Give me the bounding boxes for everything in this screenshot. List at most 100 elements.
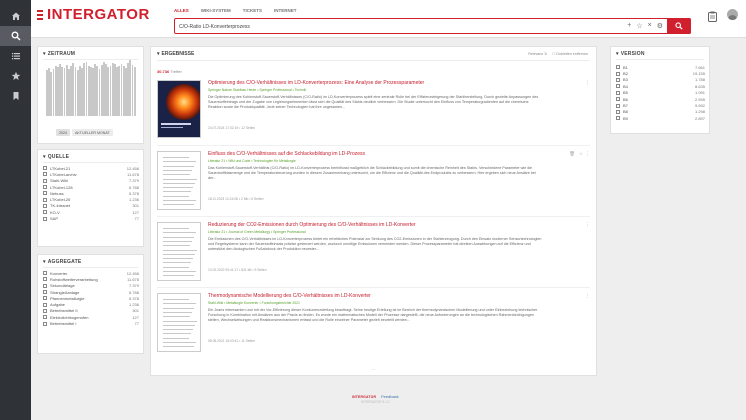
- result-thumbnail[interactable]: [157, 222, 201, 281]
- facet-item[interactable]: Strangießanlage 6.788: [43, 289, 139, 295]
- histogram-bar[interactable]: [133, 66, 136, 116]
- facet-checkbox[interactable]: [43, 302, 47, 307]
- sort-control[interactable]: Relevanz ⇅: [528, 52, 547, 56]
- facet-item[interactable]: B5 1.091: [616, 90, 705, 96]
- facet-item[interactable]: B7 9.692: [616, 102, 705, 108]
- feedback-link[interactable]: Feedback: [381, 394, 399, 399]
- tab-alles[interactable]: ALLES: [174, 8, 189, 13]
- facet-checkbox[interactable]: [43, 172, 47, 177]
- plus-icon[interactable]: +: [627, 22, 631, 30]
- facet-item[interactable]: B9 2.897: [616, 115, 705, 121]
- facet-item[interactable]: B6 2.595: [616, 96, 705, 102]
- facet-item[interactable]: LTKobel-26 1.236: [43, 196, 139, 202]
- facet-checkbox[interactable]: [616, 97, 620, 102]
- version-header[interactable]: ▾ VERSION: [611, 47, 709, 59]
- results-header[interactable]: ▾ ERGEBNISSE: [157, 51, 194, 57]
- result-title[interactable]: Thermodynamische Modellierung des C/O-Ve…: [208, 293, 568, 299]
- zeitraum-header[interactable]: ▾ ZEITRAUM: [38, 47, 143, 59]
- facet-checkbox[interactable]: [43, 308, 47, 313]
- quelle-header[interactable]: ▾ QUELLE: [38, 150, 143, 162]
- current-month-button[interactable]: AKTUELLER MONAT: [72, 129, 113, 136]
- facet-item[interactable]: KO-V 127: [43, 209, 139, 215]
- star-icon[interactable]: [0, 66, 31, 86]
- facet-item[interactable]: Pfannenmetallurgie 5.378: [43, 295, 139, 301]
- facet-checkbox[interactable]: [616, 77, 620, 82]
- facet-item[interactable]: SAP 77: [43, 215, 139, 221]
- facet-checkbox[interactable]: [43, 283, 47, 288]
- search-button[interactable]: [667, 18, 691, 34]
- star-outline-icon[interactable]: ☆: [636, 22, 642, 30]
- facet-checkbox[interactable]: [43, 191, 47, 196]
- search-input[interactable]: [179, 21, 599, 32]
- facet-checkbox[interactable]: [43, 210, 47, 215]
- facet-count: 5.378: [128, 190, 139, 196]
- tab-wiki-system[interactable]: WIKI-SYSTEM: [201, 8, 231, 13]
- result-cover-image[interactable]: [157, 80, 201, 138]
- star-outline-icon[interactable]: ☆: [579, 151, 583, 157]
- facet-item[interactable]: Konverter 12.456: [43, 270, 139, 276]
- facet-item[interactable]: Betriebsmittel I 77: [43, 320, 139, 326]
- aggregate-header[interactable]: ▾ AGGREGATE: [38, 255, 143, 267]
- result-title[interactable]: Reduzierung der CO2-Emissionen durch Opt…: [208, 222, 568, 228]
- facet-item[interactable]: Nebuss 5.378: [43, 190, 139, 196]
- load-more[interactable]: ···: [372, 367, 376, 372]
- year-button[interactable]: 2024: [56, 129, 70, 136]
- result-thumbnail[interactable]: [157, 151, 201, 210]
- more-icon[interactable]: ⋮: [585, 293, 590, 299]
- home-icon[interactable]: [0, 6, 31, 26]
- facet-checkbox[interactable]: [43, 185, 47, 190]
- tab-tickets[interactable]: TICKETS: [243, 8, 262, 13]
- facet-item[interactable]: LTKobel-21 12.456: [43, 165, 139, 171]
- facet-item[interactable]: B2 19.155: [616, 70, 705, 76]
- avatar[interactable]: [727, 9, 738, 20]
- settings-icon[interactable]: ⚙: [657, 22, 663, 30]
- more-icon[interactable]: ⋮: [585, 80, 590, 86]
- facet-checkbox[interactable]: [43, 315, 47, 320]
- clipboard-icon[interactable]: [708, 9, 717, 27]
- intergator-logo[interactable]: INTERGATOR: [37, 6, 150, 23]
- result-thumbnail[interactable]: [157, 293, 201, 352]
- facet-checkbox[interactable]: [43, 296, 47, 301]
- facet-checkbox[interactable]: [43, 321, 47, 326]
- facet-item[interactable]: B1 7.661: [616, 64, 705, 70]
- search-icon[interactable]: [0, 26, 31, 46]
- list-icon[interactable]: [0, 46, 31, 66]
- facet-checkbox[interactable]: [616, 90, 620, 95]
- facet-item[interactable]: LTKobel-128 6.788: [43, 184, 139, 190]
- facet-item[interactable]: TK-Intranet 301: [43, 203, 139, 209]
- facet-item[interactable]: B3 1.788: [616, 77, 705, 83]
- facet-item[interactable]: B8 1.298: [616, 109, 705, 115]
- facet-checkbox[interactable]: [616, 103, 620, 108]
- facet-item[interactable]: Sekundärlage 7.379: [43, 283, 139, 289]
- dedupe-toggle[interactable]: ☐ Dubletten entfernen: [552, 52, 588, 56]
- facet-checkbox[interactable]: [43, 166, 47, 171]
- result-title[interactable]: Einfluss des C/O-Verhältnisses auf die S…: [208, 151, 568, 157]
- more-icon[interactable]: ⋮: [585, 151, 590, 157]
- facet-checkbox[interactable]: [616, 109, 620, 114]
- more-icon[interactable]: ⋮: [585, 222, 590, 228]
- facet-checkbox[interactable]: [43, 216, 47, 221]
- tab-internet[interactable]: INTERNET: [274, 8, 297, 13]
- facet-item[interactable]: Aufgabe 1.236: [43, 301, 139, 307]
- facet-checkbox[interactable]: [616, 65, 620, 70]
- facet-checkbox[interactable]: [43, 271, 47, 276]
- facet-checkbox[interactable]: [616, 71, 620, 76]
- delete-icon[interactable]: 🗑: [569, 151, 575, 157]
- bookmark-icon[interactable]: [0, 86, 31, 106]
- facet-item[interactable]: Betriebsmittel II 301: [43, 308, 139, 314]
- facet-checkbox[interactable]: [43, 197, 47, 202]
- facet-checkbox[interactable]: [616, 84, 620, 89]
- facet-checkbox[interactable]: [43, 277, 47, 282]
- facet-item[interactable]: Elektrolichtbogenofen 127: [43, 314, 139, 320]
- zeitraum-histogram[interactable]: [46, 60, 136, 116]
- facet-checkbox[interactable]: [43, 203, 47, 208]
- facet-checkbox[interactable]: [43, 290, 47, 295]
- result-title[interactable]: Optimierung des C/O-Verhältnisses im LD-…: [208, 80, 568, 86]
- clear-icon[interactable]: ×: [648, 22, 652, 30]
- facet-checkbox[interactable]: [43, 178, 47, 183]
- facet-checkbox[interactable]: [616, 116, 620, 121]
- facet-item[interactable]: Stahl-Wiki 7.379: [43, 178, 139, 184]
- facet-item[interactable]: Rohstoffweiterverarbeitung 11.678: [43, 276, 139, 282]
- facet-item[interactable]: B4 8.635: [616, 83, 705, 89]
- facet-item[interactable]: LTKobel-archiv 11.678: [43, 171, 139, 177]
